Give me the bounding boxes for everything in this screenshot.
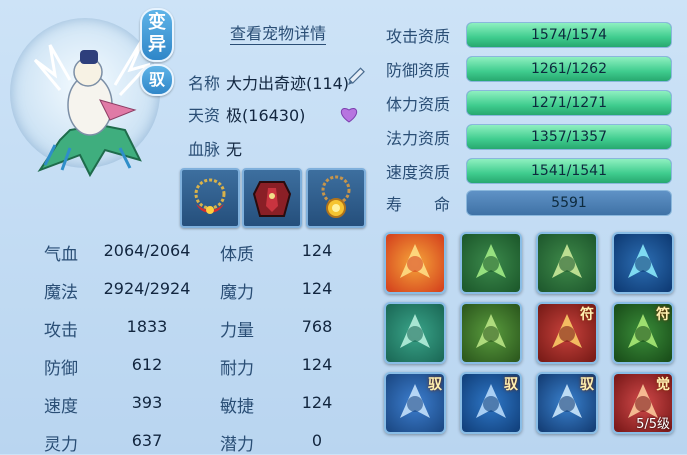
skill-slot[interactable]: 驭 [460, 372, 522, 434]
pet-name-label: 名称 [188, 74, 221, 93]
life-label: 寿 命 [386, 195, 451, 214]
skill-corner-mark: 驭 [580, 377, 594, 393]
quality-bar: 1357/1357 [466, 124, 672, 150]
stat-label: 防御 [44, 359, 78, 379]
skill-corner-mark: 驭 [504, 377, 518, 393]
skill-level: 5/5级 [636, 417, 670, 432]
stat-label: 魔法 [44, 283, 78, 303]
blue-flame-icon [614, 234, 672, 292]
mutation-tag: 变异 [140, 8, 174, 62]
quality-bar: 1541/1541 [466, 158, 672, 184]
quality-value: 1271/1271 [531, 95, 607, 111]
stat-label: 敏捷 [220, 397, 254, 417]
stat-value: 1833 [126, 317, 168, 336]
skill-corner-mark: 觉 [656, 377, 670, 393]
stat-value: 0 [311, 431, 323, 450]
skill-slot[interactable] [612, 232, 674, 294]
stat-label: 潜力 [220, 435, 254, 455]
pet-aptitude-label: 天资 [188, 106, 221, 125]
view-pet-details-link[interactable]: 查看宠物详情 [230, 20, 327, 45]
pet-aptitude-row: 天资 极(16430) [188, 102, 305, 126]
stat-value: 768 [301, 317, 333, 336]
skill-corner-mark: 驭 [428, 377, 442, 393]
quality-value: 1261/1262 [531, 61, 607, 77]
equip-slot-necklace-red[interactable] [180, 168, 240, 228]
pet-bloodline-value: 无 [226, 140, 243, 159]
quality-label: 速度资质 [386, 163, 451, 182]
quality-label: 法力资质 [386, 129, 451, 148]
stat-label: 魔力 [220, 283, 254, 303]
stat-value: 124 [301, 279, 333, 298]
equip-slot-amulet[interactable] [306, 168, 366, 228]
stat-value: 2064/2064 [103, 241, 191, 260]
stat-label: 力量 [220, 321, 254, 341]
stat-label: 体质 [220, 245, 254, 265]
skill-slot[interactable]: 符 [612, 302, 674, 364]
green-shield-icon [386, 304, 444, 362]
green-giant-icon [462, 304, 520, 362]
pet-aptitude-value: 极(16430) [226, 106, 306, 125]
pet-bloodline-label: 血脉 [188, 140, 221, 159]
quality-label: 体力资质 [386, 95, 451, 114]
stat-label: 灵力 [44, 435, 78, 455]
skill-corner-mark: 符 [580, 307, 594, 323]
skill-slot[interactable]: 觉 5/5级 [612, 372, 674, 434]
stat-label: 气血 [44, 245, 78, 265]
stat-value: 2924/2924 [103, 279, 191, 298]
pet-portrait[interactable]: 变异 驭 [0, 0, 180, 190]
skill-slot[interactable] [536, 232, 598, 294]
red-necklace-icon [194, 178, 226, 214]
heart-icon[interactable] [338, 104, 360, 124]
skill-slot[interactable]: 符 [536, 302, 598, 364]
green-monster-icon [462, 234, 520, 292]
skill-slot[interactable] [460, 302, 522, 364]
stat-label: 耐力 [220, 359, 254, 379]
edit-pencil-icon[interactable] [345, 66, 367, 88]
sun-amulet-icon [321, 175, 351, 218]
stat-label: 攻击 [44, 321, 78, 341]
quality-bar: 1271/1271 [466, 90, 672, 116]
equip-slot-armor[interactable] [242, 168, 302, 228]
quality-value: 1357/1357 [531, 129, 607, 145]
quality-bar: 1261/1262 [466, 56, 672, 82]
skill-corner-mark: 符 [656, 307, 670, 323]
pet-name-row: 名称 大力出奇迹(114) [188, 70, 349, 94]
quality-label: 攻击资质 [386, 27, 451, 46]
quality-value: 1574/1574 [531, 27, 607, 43]
skill-slot[interactable] [384, 232, 446, 294]
red-armor-icon [252, 181, 292, 217]
skill-slot[interactable] [384, 302, 446, 364]
stat-value: 124 [301, 393, 333, 412]
shield-warrior-icon [538, 234, 596, 292]
quality-bar: 1574/1574 [466, 22, 672, 48]
stat-value: 612 [131, 355, 163, 374]
stat-value: 393 [131, 393, 163, 412]
pet-figure-icon [33, 34, 150, 178]
skill-slot[interactable]: 驭 [384, 372, 446, 434]
tame-tag: 驭 [140, 64, 174, 96]
pet-name-value: 大力出奇迹(114) [226, 74, 350, 93]
quality-value: 1541/1541 [531, 163, 607, 179]
skill-slot[interactable] [460, 232, 522, 294]
life-value: 5591 [466, 190, 672, 216]
flame-sword-icon [386, 234, 444, 292]
stat-value: 124 [301, 355, 333, 374]
stat-value: 124 [301, 241, 333, 260]
quality-label: 防御资质 [386, 61, 451, 80]
pet-bloodline-row: 血脉无 [188, 136, 242, 160]
stat-label: 速度 [44, 397, 78, 417]
skill-slot[interactable]: 驭 [536, 372, 598, 434]
stat-value: 637 [131, 431, 163, 450]
